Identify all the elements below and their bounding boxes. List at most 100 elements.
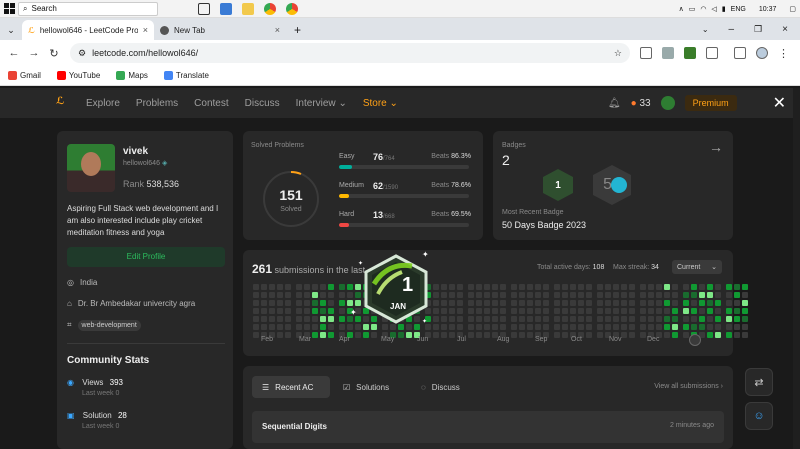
- heatmap-cell[interactable]: [328, 308, 334, 314]
- heatmap-cell[interactable]: [578, 308, 584, 314]
- heatmap-cell[interactable]: [484, 284, 490, 290]
- heatmap-cell[interactable]: [355, 292, 361, 298]
- nav-interview[interactable]: Interview ⌄: [296, 98, 347, 109]
- heatmap-cell[interactable]: [339, 300, 345, 306]
- heatmap-cell[interactable]: [457, 284, 463, 290]
- heatmap-cell[interactable]: [476, 284, 482, 290]
- heatmap-cell[interactable]: [476, 332, 482, 338]
- side-button-feedback[interactable]: ☺: [745, 402, 773, 430]
- heatmap-cell[interactable]: [726, 284, 732, 290]
- heatmap-cell[interactable]: [511, 324, 517, 330]
- premium-button[interactable]: Premium: [684, 95, 737, 111]
- heatmap-cell[interactable]: [640, 300, 646, 306]
- heatmap-cell[interactable]: [570, 284, 576, 290]
- heatmap-cell[interactable]: [648, 284, 654, 290]
- heatmap-cell[interactable]: [253, 316, 259, 322]
- heatmap-cell[interactable]: [500, 300, 506, 306]
- heatmap-cell[interactable]: [683, 332, 689, 338]
- heatmap-cell[interactable]: [586, 316, 592, 322]
- heatmap-cell[interactable]: [726, 324, 732, 330]
- heatmap-cell[interactable]: [261, 284, 267, 290]
- heatmap-cell[interactable]: [484, 300, 490, 306]
- heatmap-cell[interactable]: [707, 292, 713, 298]
- heatmap-cell[interactable]: [304, 316, 310, 322]
- heatmap-cell[interactable]: [707, 332, 713, 338]
- heatmap-cell[interactable]: [261, 316, 267, 322]
- heatmap-cell[interactable]: [527, 308, 533, 314]
- heatmap-cell[interactable]: [296, 316, 302, 322]
- heatmap-cell[interactable]: [543, 308, 549, 314]
- heatmap-cell[interactable]: [683, 284, 689, 290]
- heatmap-cell[interactable]: [715, 300, 721, 306]
- heatmap-cell[interactable]: [734, 292, 740, 298]
- heatmap-cell[interactable]: [492, 316, 498, 322]
- heatmap-cell[interactable]: [613, 292, 619, 298]
- heatmap-cell[interactable]: [355, 284, 361, 290]
- heatmap-cell[interactable]: [500, 292, 506, 298]
- heatmap-cell[interactable]: [629, 284, 635, 290]
- heatmap-cell[interactable]: [734, 308, 740, 314]
- heatmap-cell[interactable]: [304, 284, 310, 290]
- heatmap-cell[interactable]: [570, 316, 576, 322]
- heatmap-cell[interactable]: [527, 284, 533, 290]
- heatmap-cell[interactable]: [476, 324, 482, 330]
- restore-icon[interactable]: ❐: [754, 24, 762, 35]
- chrome-icon-2[interactable]: [286, 2, 298, 15]
- heatmap-cell[interactable]: [500, 284, 506, 290]
- heatmap-cell[interactable]: [629, 308, 635, 314]
- clock[interactable]: 10:37: [759, 6, 777, 13]
- heatmap-cell[interactable]: [296, 284, 302, 290]
- heatmap-cell[interactable]: [285, 316, 291, 322]
- edit-profile-button[interactable]: Edit Profile: [67, 247, 225, 267]
- heatmap-cell[interactable]: [715, 308, 721, 314]
- heatmap-cell[interactable]: [449, 284, 455, 290]
- heatmap-cell[interactable]: [742, 324, 748, 330]
- heatmap-cell[interactable]: [640, 308, 646, 314]
- heatmap-cell[interactable]: [253, 300, 259, 306]
- heatmap-cell[interactable]: [468, 316, 474, 322]
- heatmap-cell[interactable]: [277, 308, 283, 314]
- heatmap-cell[interactable]: [586, 292, 592, 298]
- heatmap-cell[interactable]: [621, 300, 627, 306]
- heatmap-cell[interactable]: [363, 332, 369, 338]
- heatmap-cell[interactable]: [707, 308, 713, 314]
- heatmap-cell[interactable]: [519, 292, 525, 298]
- heatmap-cell[interactable]: [484, 332, 490, 338]
- heatmap-cell[interactable]: [304, 300, 310, 306]
- avatar[interactable]: [660, 96, 675, 110]
- heatmap-cell[interactable]: [355, 324, 361, 330]
- close-icon[interactable]: ✕: [773, 93, 786, 113]
- heatmap-cell[interactable]: [621, 308, 627, 314]
- heatmap-cell[interactable]: [570, 324, 576, 330]
- heatmap-cell[interactable]: [656, 300, 662, 306]
- heatmap-cell[interactable]: [519, 300, 525, 306]
- heatmap-cell[interactable]: [621, 284, 627, 290]
- tab-new-tab[interactable]: New Tab ×: [154, 20, 286, 40]
- heatmap-cell[interactable]: [742, 332, 748, 338]
- heatmap-cell[interactable]: [554, 324, 560, 330]
- minimize-icon[interactable]: –: [729, 24, 735, 35]
- extension-icon-1[interactable]: [662, 47, 674, 59]
- heatmap-cell[interactable]: [691, 324, 697, 330]
- heatmap-cell[interactable]: [484, 324, 490, 330]
- heatmap-cell[interactable]: [476, 292, 482, 298]
- heatmap-cell[interactable]: [285, 292, 291, 298]
- heatmap-cell[interactable]: [554, 308, 560, 314]
- heatmap-cell[interactable]: [519, 316, 525, 322]
- heatmap-cell[interactable]: [371, 324, 377, 330]
- heatmap-cell[interactable]: [511, 292, 517, 298]
- heatmap-cell[interactable]: [519, 332, 525, 338]
- heatmap-cell[interactable]: [605, 308, 611, 314]
- heatmap-cell[interactable]: [339, 284, 345, 290]
- wifi-icon[interactable]: ◠: [700, 5, 706, 13]
- heatmap-cell[interactable]: [648, 292, 654, 298]
- heatmap-cell[interactable]: [484, 316, 490, 322]
- heatmap-cell[interactable]: [535, 324, 541, 330]
- heatmap-cell[interactable]: [578, 324, 584, 330]
- heatmap-cell[interactable]: [535, 316, 541, 322]
- heatmap-cell[interactable]: [742, 300, 748, 306]
- forward-icon[interactable]: →: [24, 47, 44, 59]
- heatmap-cell[interactable]: [441, 324, 447, 330]
- heatmap-cell[interactable]: [285, 324, 291, 330]
- heatmap-cell[interactable]: [285, 332, 291, 338]
